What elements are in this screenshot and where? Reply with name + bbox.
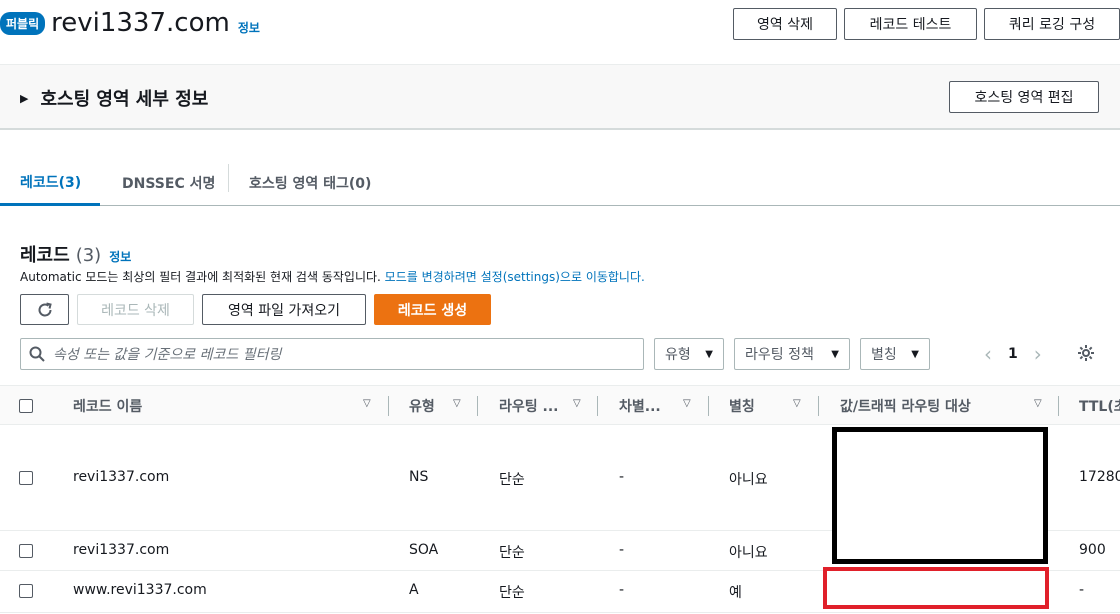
query-logging-button[interactable]: 쿼리 로깅 구성 [984,8,1120,40]
settings-button[interactable] [1076,343,1096,367]
record-type: SOA [409,542,439,558]
edit-hosted-zone-button[interactable]: 호스팅 영역 편집 [949,81,1099,113]
public-badge: 퍼블릭 [0,11,46,35]
row-checkbox[interactable] [19,471,33,485]
record-routing: 단순 [499,585,525,601]
page-number[interactable]: 1 [1008,346,1018,362]
redaction-box [832,427,1048,564]
sort-icon[interactable]: ▽ [793,398,801,409]
refresh-button[interactable] [20,294,69,325]
col-alias[interactable]: 별칭 [729,386,755,426]
caret-down-icon: ▼ [831,348,839,360]
record-routing: 단순 [499,545,525,561]
record-type: NS [409,469,429,485]
col-ttl[interactable]: TTL(초 [1079,386,1120,426]
sort-icon[interactable]: ▽ [363,398,371,409]
alias-filter-label: 별칭 [871,347,897,363]
record-differentiator: - [619,542,625,558]
row-checkbox[interactable] [19,584,33,598]
alias-filter[interactable]: 별칭 ▼ [860,338,930,370]
col-record-name[interactable]: 레코드 이름 [73,386,142,426]
tab-bar: 레코드(3) DNSSEC 서명 호스팅 영역 태그(0) [0,160,1120,206]
tab-tags[interactable]: 호스팅 영역 태그(0) [249,160,371,206]
select-all-checkbox[interactable] [19,399,33,413]
tab-records[interactable]: 레코드(3) [0,160,100,206]
col-type[interactable]: 유형 [409,386,435,426]
tab-divider [228,164,229,192]
record-alias: 예 [729,585,742,601]
import-zone-file-button[interactable]: 영역 파일 가져오기 [202,294,366,325]
record-type: A [409,582,419,598]
record-alias: 아니요 [729,545,768,561]
routing-policy-filter[interactable]: 라우팅 정책 ▼ [734,338,850,370]
records-title: 레코드 [20,245,70,266]
details-expander[interactable]: ▶ 호스팅 영역 세부 정보 [20,85,208,111]
column-divider [1058,396,1059,416]
search-placeholder: 속성 또는 값을 기준으로 레코드 필터링 [53,347,282,363]
row-checkbox[interactable] [19,544,33,558]
records-description: Automatic 모드는 최상의 필터 결과에 최적화된 현재 검색 동작입니… [20,268,645,285]
sort-icon[interactable]: ▽ [453,398,461,409]
gear-icon [1078,345,1094,361]
description-text: Automatic 모드는 최상의 필터 결과에 최적화된 현재 검색 동작입니… [20,270,381,284]
delete-zone-button[interactable]: 영역 삭제 [733,8,837,40]
caret-down-icon: ▼ [911,348,919,360]
record-ttl: 900 [1079,542,1106,558]
sort-icon[interactable]: ▽ [683,398,691,409]
column-divider [477,396,478,416]
settings-link[interactable]: 모드를 변경하려면 설정(settings)으로 이동합니다. [385,270,645,284]
record-routing: 단순 [499,472,525,488]
redaction-box-red [823,567,1049,609]
delete-record-button[interactable]: 레코드 삭제 [77,294,194,325]
records-count: (3) [75,245,102,266]
test-record-button[interactable]: 레코드 테스트 [844,8,977,40]
search-icon [29,346,45,362]
sort-icon[interactable]: ▽ [1034,398,1042,409]
caret-down-icon: ▼ [705,348,713,360]
column-divider [597,396,598,416]
details-title: 호스팅 영역 세부 정보 [40,89,209,110]
table-header: 레코드 이름 ▽ 유형 ▽ 라우팅 ... ▽ 차별... ▽ 별칭 ▽ 값/트… [0,385,1120,425]
records-info-link[interactable]: 정보 [109,248,131,265]
type-filter[interactable]: 유형 ▼ [654,338,724,370]
search-input[interactable]: 속성 또는 값을 기준으로 레코드 필터링 [20,338,644,370]
info-link[interactable]: 정보 [238,19,260,36]
column-divider [818,396,819,416]
record-name: revi1337.com [73,469,170,485]
record-alias: 아니요 [729,472,768,488]
records-header: 레코드 (3) 정보 [20,241,131,267]
create-record-button[interactable]: 레코드 생성 [374,294,491,325]
refresh-icon [38,302,52,316]
page-header: 퍼블릭 revi1337.com 정보 [0,8,260,38]
page-title: revi1337.com [51,8,230,38]
col-routing[interactable]: 라우팅 ... [499,386,558,426]
routing-filter-label: 라우팅 정책 [745,347,814,363]
chevron-left-icon[interactable]: ‹ [984,342,992,366]
record-name: revi1337.com [73,542,170,558]
record-ttl: - [1079,582,1085,598]
record-differentiator: - [619,469,625,485]
col-value[interactable]: 값/트래픽 라우팅 대상 [840,386,971,426]
record-name: www.revi1337.com [73,582,207,598]
type-filter-label: 유형 [665,347,691,363]
tab-dnssec[interactable]: DNSSEC 서명 [122,160,215,206]
column-divider [708,396,709,416]
pagination: ‹ 1 › [984,338,1042,370]
record-differentiator: - [619,582,625,598]
record-ttl: 17280 [1079,469,1120,485]
column-divider [388,396,389,416]
col-differentiator[interactable]: 차별... [619,386,661,426]
sort-icon[interactable]: ▽ [573,398,581,409]
chevron-right-icon[interactable]: › [1034,342,1042,366]
caret-right-icon: ▶ [20,91,29,105]
